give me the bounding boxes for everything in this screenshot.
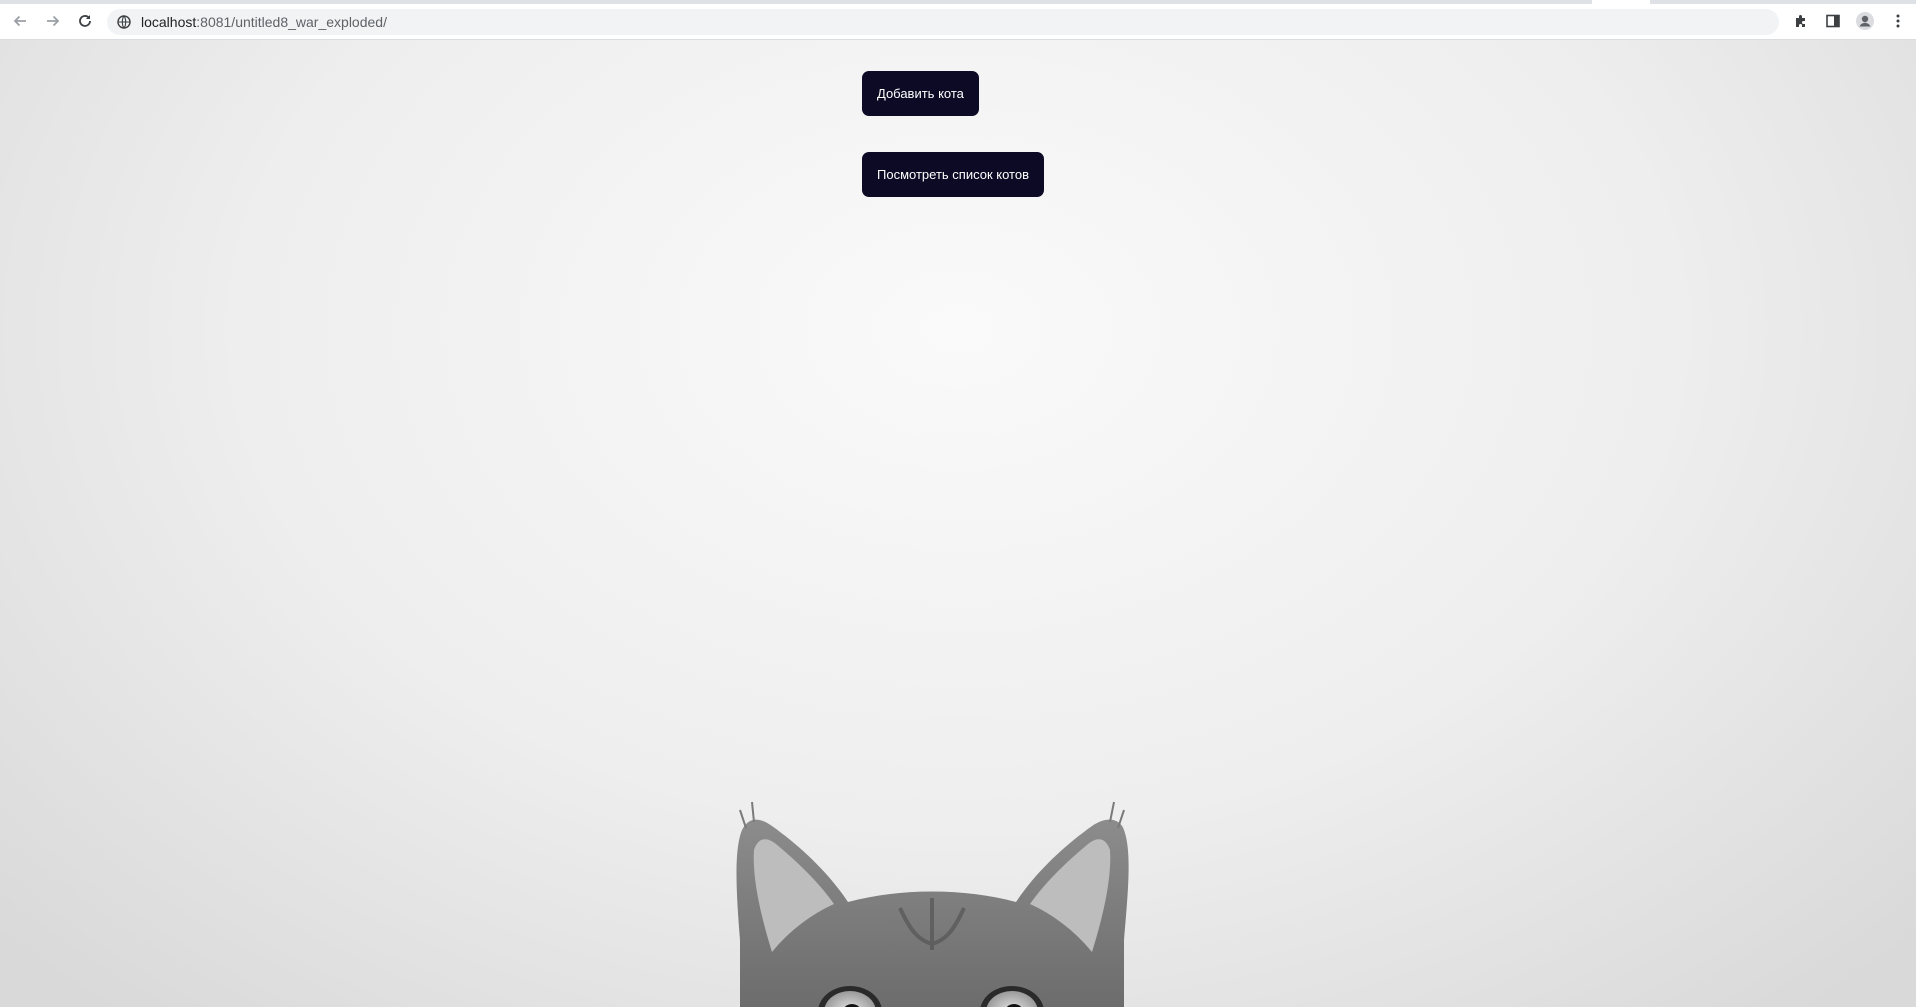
menu-button[interactable] — [1886, 9, 1910, 33]
view-cats-list-button[interactable]: Посмотреть список котов — [862, 152, 1044, 197]
url-host: localhost — [141, 14, 197, 30]
side-panel-button[interactable] — [1821, 9, 1845, 33]
add-cat-button[interactable]: Добавить кота — [862, 71, 979, 116]
url-path: :8081/untitled8_war_exploded/ — [196, 14, 387, 30]
kebab-menu-icon — [1896, 14, 1900, 28]
tab-strip — [0, 0, 1916, 4]
active-tab[interactable] — [1592, 0, 1650, 4]
url-text[interactable]: localhost:8081/untitled8_war_exploded/ — [141, 14, 387, 30]
side-panel-icon — [1826, 14, 1840, 28]
browser-toolbar: localhost:8081/untitled8_war_exploded/ — [0, 0, 1916, 40]
reload-button[interactable] — [72, 8, 98, 34]
globe-icon[interactable] — [117, 15, 131, 29]
forward-button[interactable] — [40, 8, 66, 34]
arrow-right-icon — [47, 15, 60, 27]
profile-button[interactable] — [1853, 9, 1877, 33]
back-button[interactable] — [7, 8, 33, 34]
page-viewport: Добавить кота Посмотреть список котов — [0, 40, 1916, 1007]
extensions-button[interactable] — [1789, 9, 1813, 33]
peeking-cat-image — [736, 801, 1129, 1007]
address-bar[interactable]: localhost:8081/untitled8_war_exploded/ — [107, 9, 1779, 35]
reload-icon — [79, 15, 91, 27]
arrow-left-icon — [13, 15, 26, 27]
profile-avatar-icon — [1856, 12, 1874, 30]
puzzle-icon — [1796, 15, 1805, 27]
